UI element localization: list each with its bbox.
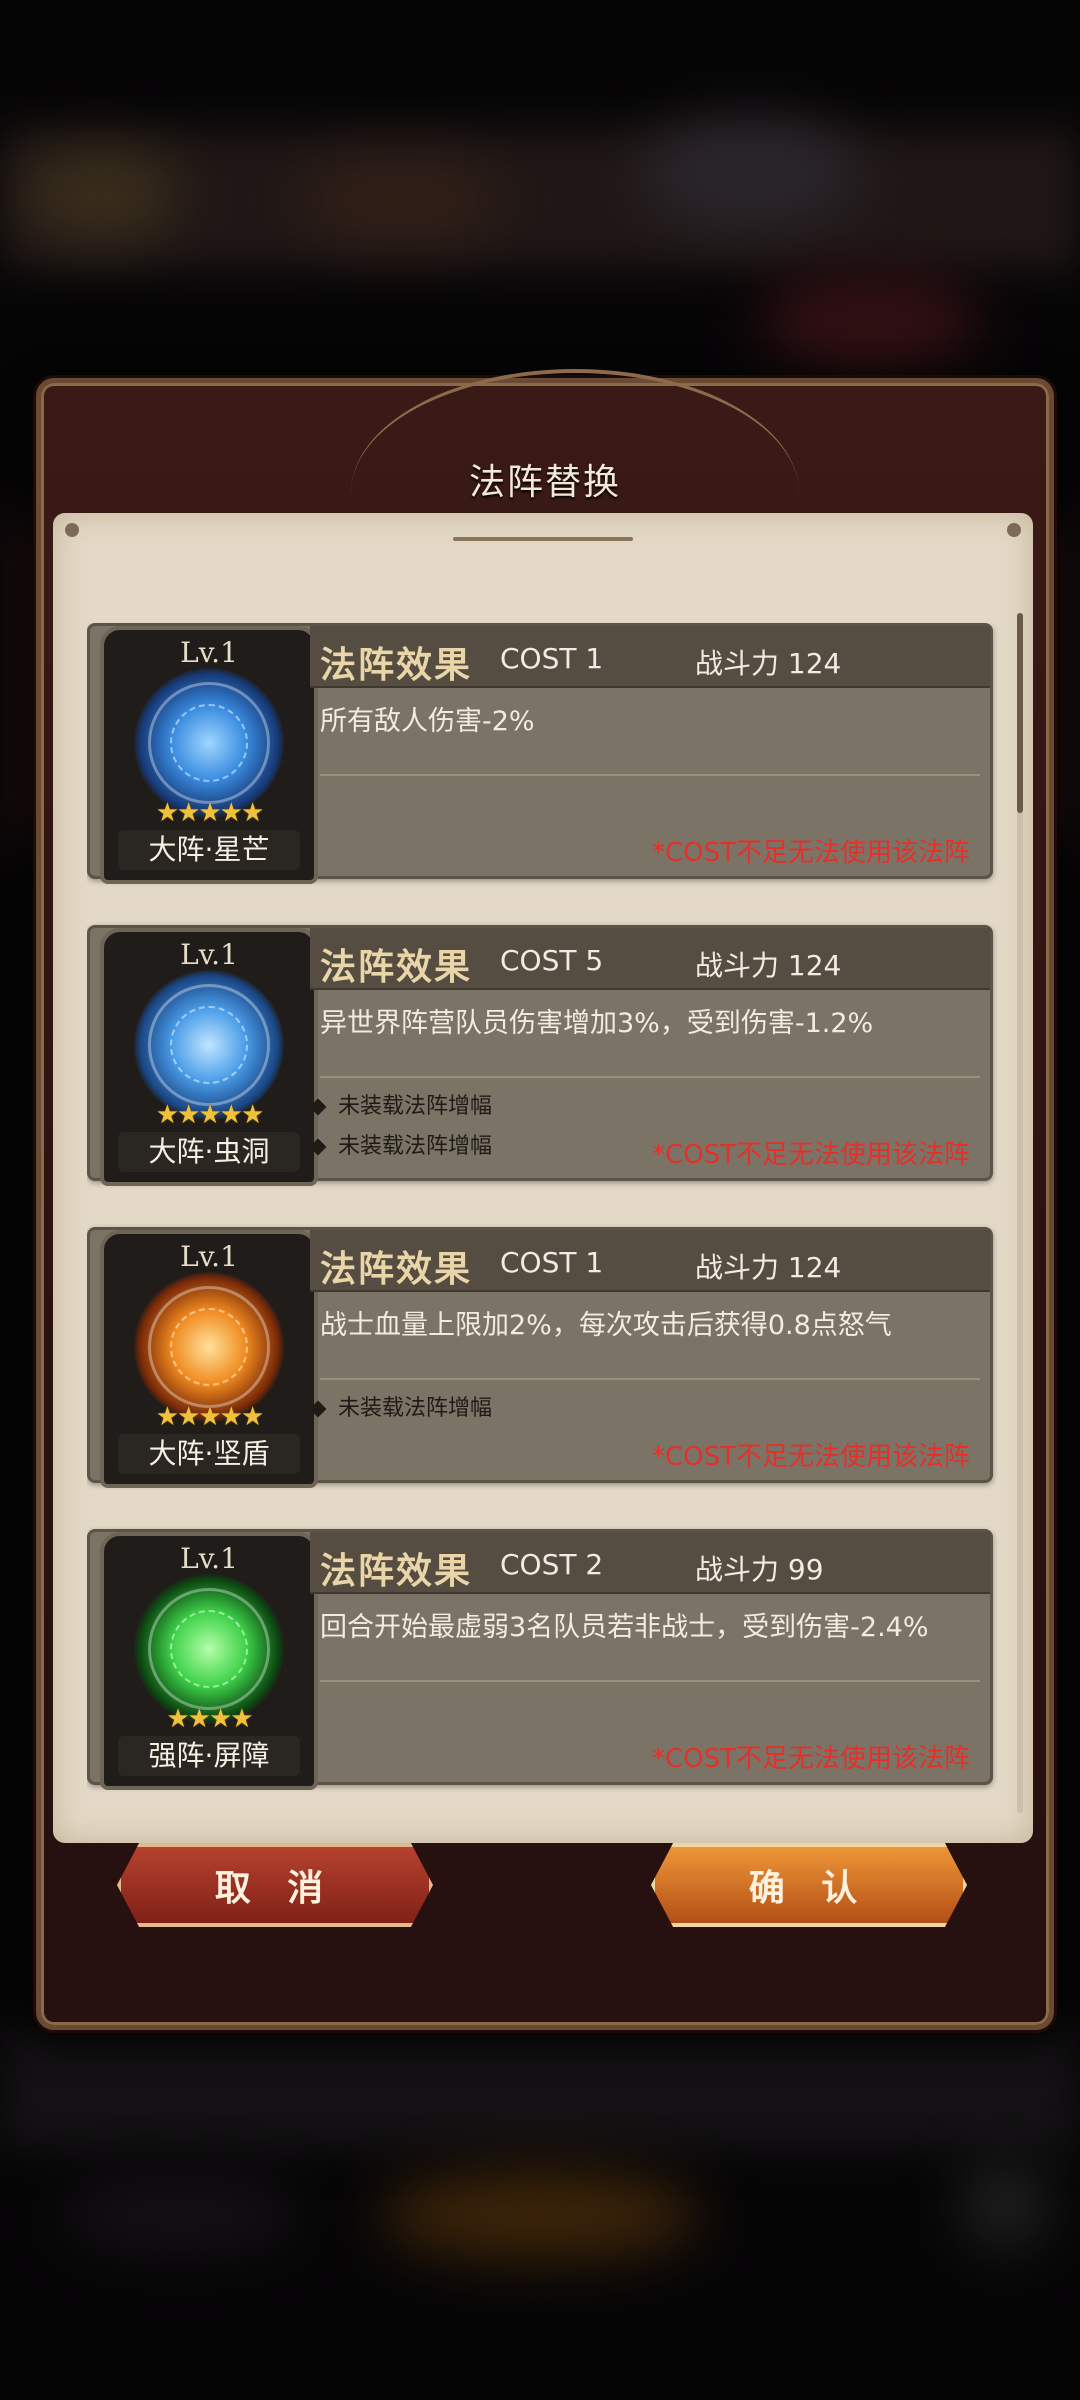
pin-icon — [1007, 523, 1021, 537]
formation-card[interactable]: Lv.1 ★★★★★ 大阵·坚盾 法阵效果 COST 1 战斗力 124 战士血… — [87, 1227, 993, 1488]
card-divider — [320, 1076, 980, 1078]
circle-inner-ring — [170, 704, 248, 782]
formation-badge: Lv.1 ★★★★★ 大阵·虫洞 — [100, 928, 318, 1186]
cost-value: COST 2 — [500, 1548, 604, 1581]
diamond-bullet-icon — [309, 1138, 327, 1156]
blue-hexagram-circle-icon — [134, 970, 284, 1120]
power-value: 战斗力 124 — [695, 949, 842, 982]
cancel-button[interactable]: 取 消 — [117, 1843, 433, 1927]
card-header: 法阵效果 COST 2 战斗力 99 — [310, 1532, 990, 1594]
level-label: Lv.1 — [180, 636, 238, 669]
star-rating: ★★★★ — [166, 1704, 253, 1734]
power-value: 战斗力 99 — [695, 1553, 824, 1586]
bullet-text: 未装载法阵增幅 — [338, 1094, 493, 1119]
formation-name: 大阵·坚盾 — [118, 1434, 300, 1474]
power-value: 战斗力 124 — [695, 647, 842, 680]
card-divider — [320, 1680, 980, 1682]
effect-description: 异世界阵营队员伤害增加3%，受到伤害-1.2% — [320, 1008, 874, 1039]
formation-badge: Lv.1 ★★★★★ 大阵·坚盾 — [100, 1230, 318, 1488]
card-header: 法阵效果 COST 5 战斗力 124 — [310, 928, 990, 990]
formation-list[interactable]: Lv.1 ★★★★★ 大阵·星芒 法阵效果 COST 1 战斗力 124 所有敌… — [87, 623, 1033, 1833]
bullet-text: 未装载法阵增幅 — [338, 1396, 493, 1421]
ornament-divider — [453, 537, 633, 541]
diamond-bullet-icon — [309, 1098, 327, 1116]
green-magic-circle-icon — [134, 1574, 284, 1724]
effect-label: 法阵效果 — [320, 644, 473, 686]
power-value: 战斗力 124 — [695, 1251, 842, 1284]
effect-label: 法阵效果 — [320, 946, 473, 988]
formation-name: 强阵·屏障 — [118, 1736, 300, 1776]
formation-card[interactable]: Lv.1 ★★★★★ 大阵·星芒 法阵效果 COST 1 战斗力 124 所有敌… — [87, 623, 993, 884]
effect-description: 战士血量上限加2%，每次攻击后获得0.8点怒气 — [320, 1310, 892, 1341]
level-label: Lv.1 — [180, 1240, 238, 1273]
formation-badge: Lv.1 ★★★★ 强阵·屏障 — [100, 1532, 318, 1790]
cost-warning: *COST不足无法使用该法阵 — [651, 1140, 970, 1170]
cost-warning: *COST不足无法使用该法阵 — [651, 1744, 970, 1774]
bullet-item: 未装载法阵增幅 — [309, 1128, 493, 1160]
bullet-text: 未装载法阵增幅 — [338, 1134, 493, 1159]
diamond-bullet-icon — [309, 1400, 327, 1418]
circle-inner-ring — [170, 1006, 248, 1084]
circle-inner-ring — [170, 1308, 248, 1386]
cost-value: COST 5 — [500, 944, 604, 977]
bullet-item: 未装载法阵增幅 — [309, 1088, 493, 1120]
card-divider — [320, 1378, 980, 1380]
star-rating: ★★★★★ — [155, 1100, 265, 1130]
cost-value: COST 1 — [500, 642, 604, 675]
bullet-item: 未装载法阵增幅 — [309, 1390, 493, 1422]
formation-name: 大阵·虫洞 — [118, 1132, 300, 1172]
card-divider — [320, 774, 980, 776]
cost-value: COST 1 — [500, 1246, 604, 1279]
star-rating: ★★★★★ — [155, 798, 265, 828]
formation-replace-dialog: 法阵替换 Lv.1 ★★★★★ 大阵·星芒 法阵效果 COST 1 战斗力 12… — [36, 369, 1054, 2030]
confirm-button[interactable]: 确 认 — [651, 1843, 967, 1927]
formation-card[interactable]: Lv.1 ★★★★ 强阵·屏障 法阵效果 COST 2 战斗力 99 回合开始最… — [87, 1529, 993, 1790]
effect-label: 法阵效果 — [320, 1248, 473, 1290]
formation-name: 大阵·星芒 — [118, 830, 300, 870]
level-label: Lv.1 — [180, 1542, 238, 1575]
blue-magic-circle-icon — [134, 668, 284, 818]
card-header: 法阵效果 COST 1 战斗力 124 — [310, 1230, 990, 1292]
cost-warning: *COST不足无法使用该法阵 — [651, 1442, 970, 1472]
effect-label: 法阵效果 — [320, 1550, 473, 1592]
card-header: 法阵效果 COST 1 战斗力 124 — [310, 626, 990, 688]
orange-magic-circle-icon — [134, 1272, 284, 1422]
cost-warning: *COST不足无法使用该法阵 — [651, 838, 970, 868]
dialog-title: 法阵替换 — [468, 462, 621, 503]
pin-icon — [65, 523, 79, 537]
formation-card[interactable]: Lv.1 ★★★★★ 大阵·虫洞 法阵效果 COST 5 战斗力 124 异世界… — [87, 925, 993, 1186]
circle-inner-ring — [170, 1610, 248, 1688]
effect-description: 所有敌人伤害-2% — [320, 706, 535, 737]
effect-description: 回合开始最虚弱3名队员若非战士，受到伤害-2.4% — [320, 1612, 929, 1643]
level-label: Lv.1 — [180, 938, 238, 971]
star-rating: ★★★★★ — [155, 1402, 265, 1432]
formation-badge: Lv.1 ★★★★★ 大阵·星芒 — [100, 626, 318, 884]
